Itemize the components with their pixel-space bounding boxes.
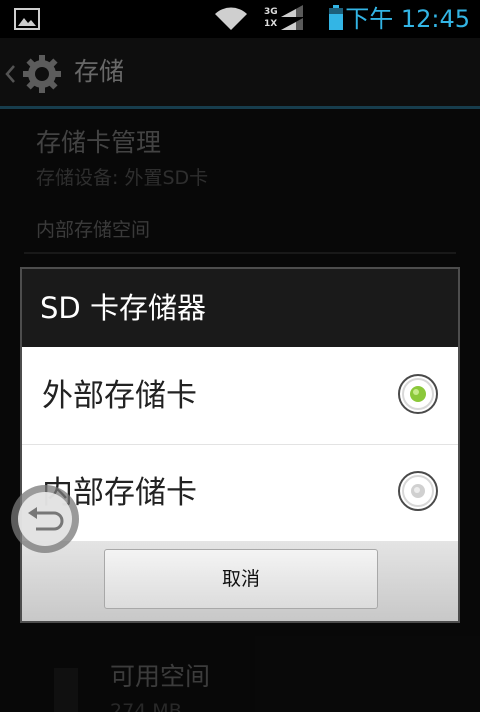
dialog-title: SD 卡存储器 [40,291,206,325]
signal-bars-top-icon [281,5,303,17]
signal-bars-bottom-icon [281,18,303,30]
gallery-icon [14,8,40,30]
battery-icon [329,5,343,30]
wifi-icon [215,7,247,30]
status-bar: 3G 1X 下午 12:45 [0,0,480,38]
radio-unselected-icon[interactable] [398,471,438,511]
option-internal-storage[interactable]: 内部存储卡 [22,444,458,541]
radio-selected-icon[interactable] [398,374,438,414]
network-type-3g: 3G [264,7,278,17]
signal-icon: 3G 1X [264,5,306,33]
sd-storage-dialog: SD 卡存储器 外部存储卡 内部存储卡 取消 [20,267,460,623]
dialog-option-list: 外部存储卡 内部存储卡 [22,347,458,541]
network-type-1x: 1X [264,19,278,29]
cancel-button[interactable]: 取消 [104,549,378,609]
floating-back-icon[interactable] [10,484,80,554]
screen: 3G 1X 下午 12:45 存储 存储卡管理 存储设备: 外置SD卡 内部存储… [0,0,480,712]
status-time: 下午 12:45 [345,5,470,33]
option-external-storage[interactable]: 外部存储卡 [22,347,458,445]
option-label: 外部存储卡 [42,378,197,414]
dialog-button-bar: 取消 [22,541,458,621]
